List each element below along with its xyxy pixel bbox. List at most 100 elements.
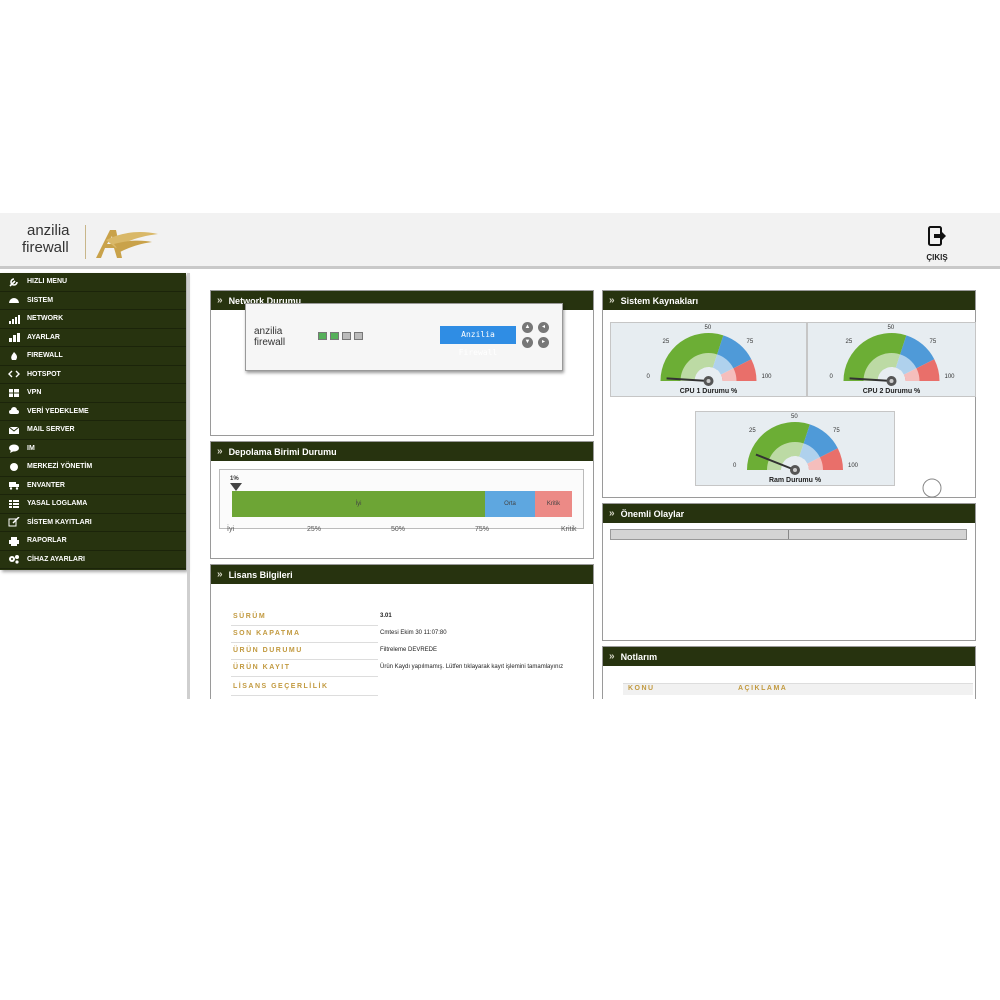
resources-panel: » Sistem Kaynakları 0 25 50 75 100 CPU 1 Duru… [602, 290, 976, 498]
gears-icon [7, 554, 21, 564]
print-icon [7, 536, 21, 546]
events-table-header [610, 529, 967, 540]
sidebar-item-fire[interactable]: FIREWALL [0, 347, 186, 366]
gauge-scale-label: 100 [761, 374, 772, 380]
sidebar-item-cloud[interactable]: VERİ YEDEKLEME [0, 403, 186, 421]
back-button[interactable]: ◂ [538, 322, 549, 333]
sidebar-item-label: HOTSPOT [27, 370, 61, 378]
bar-segment-good: İyi [232, 491, 485, 517]
cloud-icon [7, 406, 21, 416]
sidebar-item-gears[interactable]: CİHAZ AYARLARI [0, 551, 186, 569]
events-panel: » Önemli Olaylar [602, 503, 976, 641]
panel-title: Notlarım [620, 651, 658, 662]
sidebar-item-truck[interactable]: ENVANTER [0, 477, 186, 495]
sidebar-item-windows[interactable]: VPN [0, 384, 186, 403]
sliders-icon [7, 332, 21, 343]
license-key: LİSANS GEÇERLİLİK [231, 681, 378, 696]
top-bar: anzilia firewall ÇIKIŞ [0, 213, 1000, 269]
storage-panel: » Depolama Birimi Durumu 1% İyi Orta Kri… [210, 441, 594, 559]
dashboard-icon [7, 295, 21, 305]
sidebar-item-label: MAIL SERVER [27, 426, 75, 434]
logo-line-1: anzilia [27, 222, 70, 239]
sidebar-item-label: NETWORK [27, 315, 64, 323]
sidebar-item-label: RAPORLAR [27, 537, 67, 545]
tick-label: 50% [391, 526, 406, 533]
lcd-display: Anzilia Firewall [440, 326, 516, 357]
gauge-dial [660, 333, 757, 386]
gauge-dial [843, 333, 940, 386]
sidebar-item-label: CİHAZ AYARLARI [27, 555, 85, 563]
chat-icon [7, 443, 21, 454]
network-panel: » Network Durumu anzilia firewall Anzili… [210, 290, 594, 436]
device-logo-line-1: anzilia [254, 326, 283, 337]
exit-label: ÇIKIŞ [926, 253, 948, 262]
wrench-icon [7, 277, 21, 287]
sidebar-item-chat[interactable]: IM [0, 440, 186, 458]
license-value: 3.01 [380, 613, 392, 619]
sidebar-item-label: AYARLAR [27, 333, 60, 341]
up-button[interactable]: ▲ [522, 322, 533, 333]
tick-label: Kritik [561, 526, 577, 533]
gauge-label: CPU 2 Durumu % [862, 388, 921, 395]
tick-label: 75% [475, 526, 490, 533]
sidebar-item-edit[interactable]: SİSTEM KAYITLARI [0, 514, 186, 532]
sidebar-item-grid[interactable]: YASAL LOGLAMA [0, 495, 186, 514]
gauge-dial [747, 422, 843, 475]
gauge-scale-label: 25 [662, 339, 670, 345]
sidebar-item-label: YASAL LOGLAMA [27, 500, 88, 508]
storage-gauge: 1% İyi Orta Kritik [219, 469, 584, 529]
license-key: ÜRÜN KAYIT [231, 662, 378, 677]
gauge-label: CPU 1 Durumu % [679, 388, 738, 395]
sidebar-item-sliders[interactable]: AYARLAR [0, 329, 186, 347]
license-row: LİSANS GEÇERLİLİK [231, 681, 571, 698]
sidebar-item-label: VPN [27, 389, 42, 397]
ethernet-port-icon[interactable] [354, 332, 363, 340]
ethernet-port-icon[interactable] [318, 332, 327, 340]
panel-title: Lisans Bilgileri [228, 569, 293, 580]
logo-divider [85, 225, 86, 259]
truck-icon [7, 480, 21, 490]
panel-header: » Sistem Kaynakları [603, 291, 975, 310]
column-header-description: AÇIKLAMA [738, 685, 788, 692]
license-row: ÜRÜN DURUMU Filtreleme DEVREDE [231, 645, 571, 662]
license-panel: » Lisans Bilgileri SÜRÜM 3.01 SON KAPATMA C… [210, 564, 594, 699]
sidebar-item-label: ENVANTER [27, 481, 65, 489]
sidebar-item-envelope[interactable]: MAIL SERVER [0, 421, 186, 440]
enter-button[interactable]: ▸ [538, 337, 549, 348]
license-value[interactable]: Ürün Kaydı yapılmamış. Lütfen tıklayarak… [380, 663, 570, 671]
signal-icon [7, 314, 21, 324]
sidebar-item-dashboard[interactable]: SISTEM [0, 292, 186, 310]
notes-panel: » Notlarım KONU AÇIKLAMA [602, 646, 976, 699]
license-row: SÜRÜM 3.01 [231, 611, 571, 628]
device-logo-line-2: firewall [254, 337, 286, 348]
gauge-scale-label: 50 [887, 325, 895, 331]
envelope-icon [7, 425, 21, 435]
sidebar-item-signal[interactable]: NETWORK [0, 310, 186, 329]
gauge-scale-label: 50 [791, 414, 798, 420]
gauge-scale-label: 75 [746, 339, 754, 345]
notes-table-header: KONU AÇIKLAMA [623, 683, 973, 695]
logo-line-2: firewall [22, 239, 69, 256]
sidebar-item-wrench[interactable]: HIZLI MENU [0, 273, 186, 292]
anzilia-wing-logo-icon [96, 230, 158, 258]
code-icon [7, 369, 21, 379]
ethernet-port-icon[interactable] [342, 332, 351, 340]
ethernet-port-icon[interactable] [330, 332, 339, 340]
sidebar-item-print[interactable]: RAPORLAR [0, 532, 186, 551]
tick-label: 25% [307, 526, 322, 533]
gauge-scale-label: 75 [929, 339, 937, 345]
column-header-subject: KONU [628, 685, 655, 692]
gauge-scale-label: 25 [845, 339, 853, 345]
panel-title: Sistem Kaynakları [620, 295, 699, 306]
refresh-circle-icon[interactable] [921, 477, 943, 499]
license-key: ÜRÜN DURUMU [231, 645, 378, 660]
gauge-scale-label: 0 [733, 463, 737, 469]
sidebar-item-circle[interactable]: MERKEZİ YÖNETİM [0, 458, 186, 477]
chevron-right-icon: » [609, 508, 615, 519]
exit-button[interactable]: ÇIKIŞ [922, 225, 952, 262]
sidebar-item-code[interactable]: HOTSPOT [0, 366, 186, 384]
chevron-right-icon: » [609, 651, 615, 662]
down-button[interactable]: ▼ [522, 337, 533, 348]
windows-icon [7, 388, 21, 398]
sidebar-item-label: VERİ YEDEKLEME [27, 407, 89, 415]
